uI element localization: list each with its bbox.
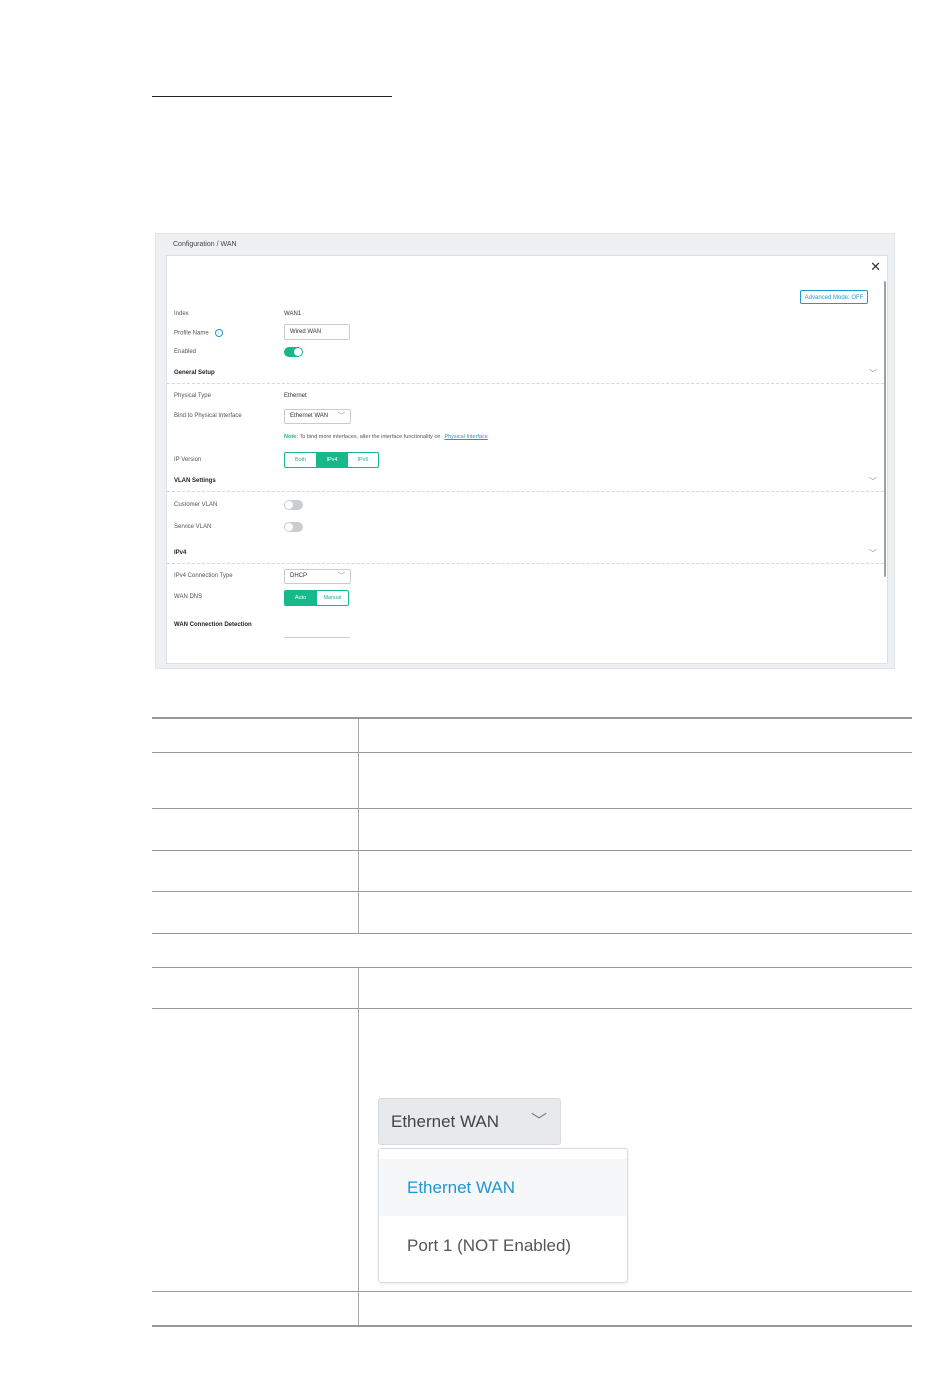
bind-interface-dropdown[interactable]: Ethernet WAN ﹀ xyxy=(378,1098,561,1145)
wan-dns-label: WAN DNS xyxy=(174,594,203,600)
chevron-down-icon: ﹀ xyxy=(530,1113,547,1130)
physical-interface-link[interactable]: Physical Interface xyxy=(444,434,487,440)
ip-version-ipv4[interactable]: IPv4 xyxy=(316,453,347,467)
wan-dns-selector: Auto Manual xyxy=(284,590,349,606)
vlan-settings-heading: VLAN Settings xyxy=(174,478,216,484)
table-bottom-rule xyxy=(152,1325,912,1327)
service-vlan-label: Service VLAN xyxy=(174,524,212,530)
customer-vlan-toggle[interactable] xyxy=(284,500,303,510)
table-row-divider xyxy=(152,808,912,809)
ip-version-selector: Both IPv4 IPv6 xyxy=(284,452,379,468)
profile-name-label-text: Profile Name xyxy=(174,330,209,337)
table-row-divider xyxy=(152,891,912,892)
section-divider xyxy=(167,491,884,492)
table-column-divider xyxy=(358,719,359,933)
table-row-divider xyxy=(152,752,912,753)
index-label: Index xyxy=(174,311,189,317)
detection-field-edge xyxy=(284,637,350,638)
table-row-divider xyxy=(152,1291,912,1292)
ip-version-label: IP Version xyxy=(174,457,202,463)
service-vlan-toggle[interactable] xyxy=(284,522,303,532)
close-icon[interactable]: ✕ xyxy=(870,260,881,273)
ipv4-connection-type-select[interactable]: DHCP ﹀ xyxy=(284,569,351,584)
info-icon[interactable]: i xyxy=(214,329,223,337)
wan-detection-heading: WAN Connection Detection xyxy=(174,622,252,628)
note-prefix: Note: xyxy=(284,434,299,440)
note-text: To bind more interfaces, alter the inter… xyxy=(299,434,441,440)
physical-type-value: Ethernet xyxy=(284,393,307,399)
menu-option-port-1[interactable]: Port 1 (NOT Enabled) xyxy=(379,1217,627,1274)
index-value: WAN1 xyxy=(284,311,302,317)
bind-interface-dropdown-value: Ethernet WAN xyxy=(391,1112,500,1131)
section-divider xyxy=(167,383,884,384)
profile-name-label: Profile Name i xyxy=(174,329,223,337)
table-row-divider xyxy=(152,967,912,968)
bind-interface-label: Bind to Physical Interface xyxy=(174,413,242,419)
chevron-down-icon[interactable]: ﹀ xyxy=(869,368,877,379)
physical-type-label: Physical Type xyxy=(174,393,211,399)
chevron-down-icon: ﹀ xyxy=(338,573,345,580)
ipv4-heading: IPv4 xyxy=(174,550,187,556)
header-rule xyxy=(152,96,392,97)
enabled-label: Enabled xyxy=(174,349,197,355)
table-row-divider xyxy=(152,850,912,851)
toggle-knob xyxy=(285,501,293,509)
bind-interface-menu: Ethernet WAN Port 1 (NOT Enabled) xyxy=(378,1148,628,1283)
chevron-down-icon: ﹀ xyxy=(338,413,345,420)
table-column-divider xyxy=(358,968,359,1325)
bind-note: Note: To bind more interfaces, alter the… xyxy=(284,434,488,440)
chevron-down-icon[interactable]: ﹀ xyxy=(869,548,877,559)
ipv4-connection-type-value: DHCP xyxy=(290,573,308,579)
bind-interface-value: Ethernet WAN xyxy=(290,413,329,419)
breadcrumb: Configuration / WAN xyxy=(173,241,237,248)
menu-option-ethernet-wan[interactable]: Ethernet WAN xyxy=(379,1159,627,1216)
customer-vlan-label: Customer VLAN xyxy=(174,502,218,508)
wan-dns-auto[interactable]: Auto xyxy=(285,591,316,605)
ipv4-connection-type-label: IPv4 Connection Type xyxy=(174,573,233,579)
ip-version-both[interactable]: Both xyxy=(285,453,316,467)
ip-version-ipv6[interactable]: IPv6 xyxy=(347,453,378,467)
wan-profile-panel: ✕ Advanced Mode: OFF Index WAN1 Profile … xyxy=(166,255,888,664)
wan-config-screenshot: Configuration / WAN ✕ Advanced Mode: OFF… xyxy=(155,233,895,669)
table-top-rule xyxy=(152,717,912,719)
wan-dns-manual[interactable]: Manual xyxy=(316,591,348,605)
toggle-knob xyxy=(285,523,293,531)
profile-name-input[interactable]: Wired WAN xyxy=(284,324,350,340)
bind-interface-select[interactable]: Ethernet WAN ﹀ xyxy=(284,409,351,424)
table-row-divider xyxy=(152,1008,912,1009)
toggle-knob xyxy=(294,348,302,356)
chevron-down-icon[interactable]: ﹀ xyxy=(869,476,877,487)
enabled-toggle[interactable] xyxy=(284,347,303,357)
general-setup-heading: General Setup xyxy=(174,370,215,376)
advanced-mode-button[interactable]: Advanced Mode: OFF xyxy=(800,290,868,304)
scrollbar[interactable] xyxy=(884,281,886,577)
section-divider xyxy=(167,563,884,564)
table-row-divider xyxy=(152,933,912,934)
